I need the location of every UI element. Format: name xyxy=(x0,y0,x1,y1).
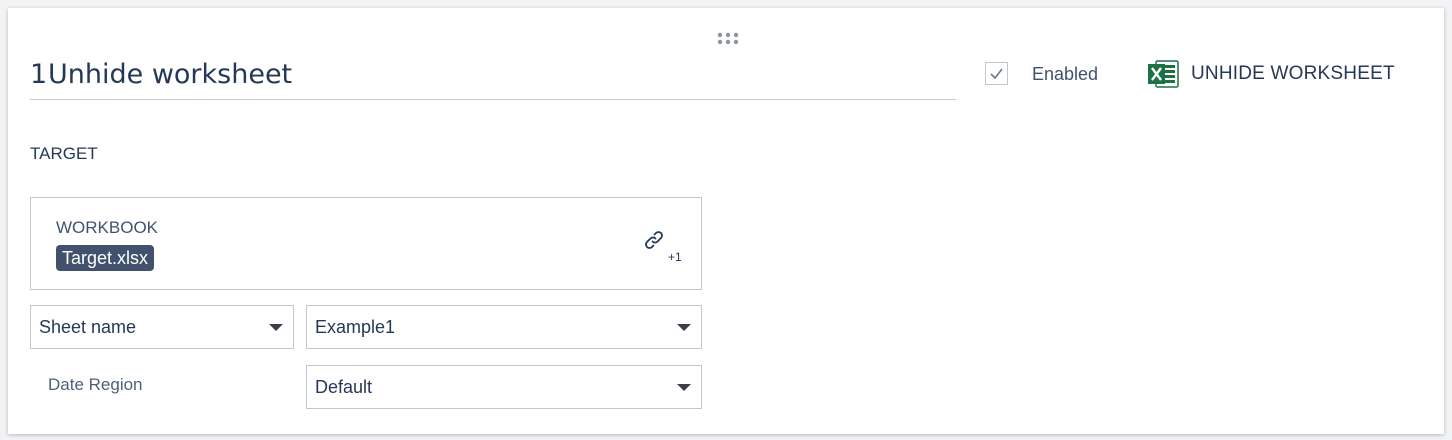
workbook-field[interactable]: WORKBOOK Target.xlsx +1 xyxy=(30,197,702,290)
drag-handle-icon[interactable] xyxy=(717,32,739,46)
date-region-label: Date Region xyxy=(48,375,143,394)
workbook-file-chip[interactable]: Target.xlsx xyxy=(56,245,155,271)
chevron-down-icon xyxy=(677,324,691,331)
chevron-down-icon xyxy=(269,324,283,331)
sheet-name-value: Example1 xyxy=(315,317,396,337)
workbook-label: WORKBOOK xyxy=(56,218,159,237)
excel-icon xyxy=(1148,60,1179,88)
action-name: UNHIDE WORKSHEET xyxy=(1191,63,1395,84)
date-region-select[interactable]: Default xyxy=(306,365,702,409)
link-count: +1 xyxy=(668,250,682,264)
step-title-input[interactable]: 1 Unhide worksheet xyxy=(30,58,956,100)
sheet-name-select[interactable]: Example1 xyxy=(306,305,702,349)
step-number: 1 xyxy=(30,59,48,90)
sheet-mode-select[interactable]: Sheet name xyxy=(30,305,294,349)
sheet-mode-value: Sheet name xyxy=(39,317,137,337)
section-label-target: TARGET xyxy=(30,144,98,163)
step-title: Unhide worksheet xyxy=(48,59,293,90)
checkmark-icon xyxy=(990,68,1003,80)
enabled-label: Enabled xyxy=(1032,64,1099,84)
chevron-down-icon xyxy=(677,384,691,391)
date-region-value: Default xyxy=(315,377,373,397)
step-card: 1 Unhide worksheet Enabled UNHIDE WORKSH… xyxy=(8,8,1444,434)
enabled-checkbox[interactable] xyxy=(985,62,1008,85)
link-icon[interactable] xyxy=(642,228,666,252)
